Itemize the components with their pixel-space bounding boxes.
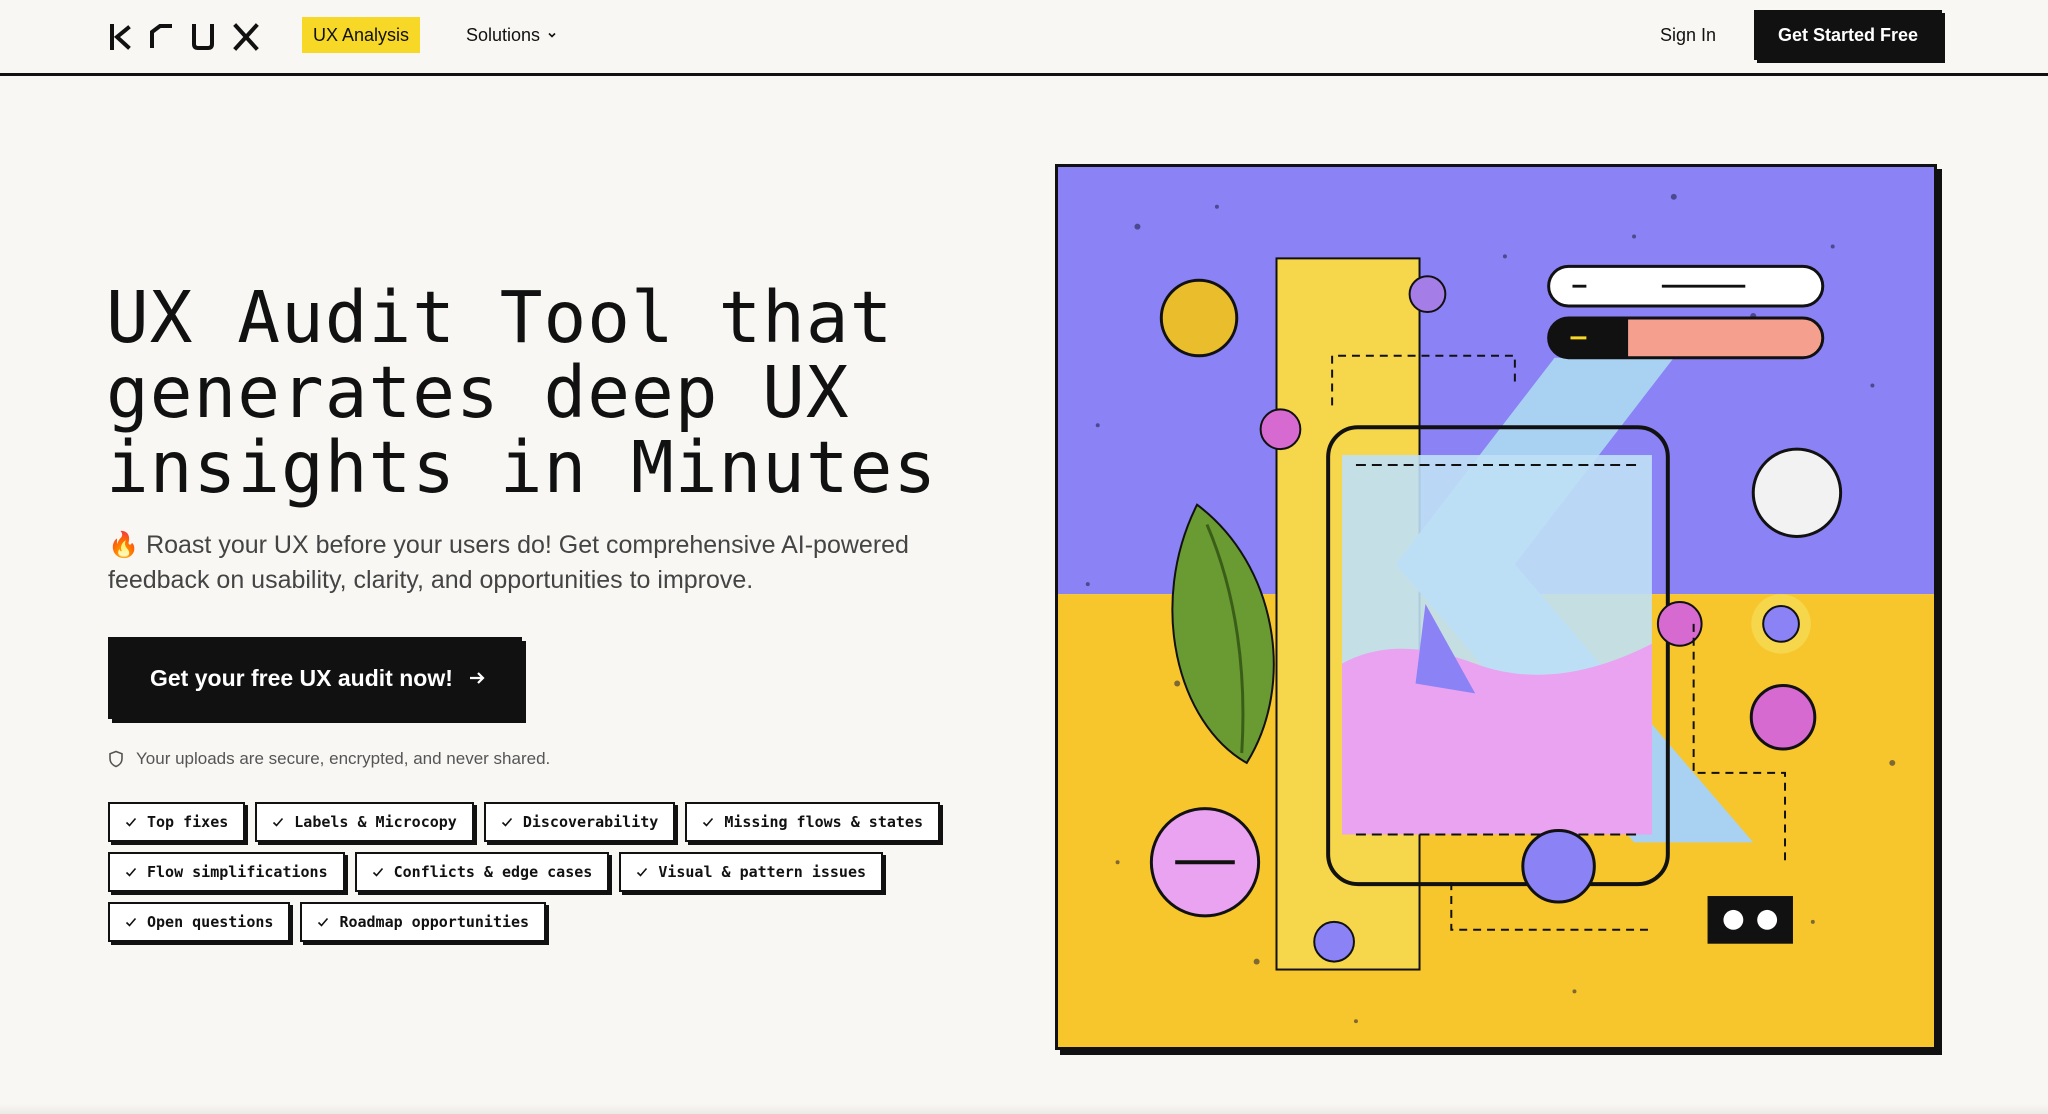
- feature-tag: Discoverability: [483, 802, 676, 842]
- chevron-down-icon: [548, 32, 556, 38]
- tag-label: Visual & pattern issues: [658, 863, 867, 881]
- top-nav: UX Analysis Solutions Sign In Get Starte…: [0, 0, 2048, 76]
- check-icon: [318, 917, 329, 927]
- tag-label: Discoverability: [522, 813, 659, 831]
- security-note-text: Your uploads are secure, encrypted, and …: [136, 749, 551, 768]
- tag-label: Top fixes: [147, 813, 229, 831]
- feature-tags: Top fixes Labels & Microcopy Discoverabi…: [108, 802, 968, 952]
- feature-tag: Roadmap opportunities: [300, 902, 547, 942]
- tag-label: Open questions: [147, 913, 274, 931]
- feature-tag: Labels & Microcopy: [255, 802, 474, 842]
- hero-title: UX Audit Tool that generates deep UX ins…: [106, 280, 986, 505]
- check-icon: [125, 867, 137, 877]
- sign-in-link[interactable]: Sign In: [1660, 17, 1716, 53]
- tag-label: Conflicts & edge cases: [393, 863, 593, 881]
- check-icon: [703, 817, 714, 827]
- feature-tag: Visual & pattern issues: [619, 852, 884, 892]
- feature-tag: Top fixes: [108, 802, 246, 842]
- tag-label: Roadmap opportunities: [339, 913, 530, 931]
- shield-icon: [109, 750, 123, 768]
- check-icon: [273, 817, 284, 827]
- hero-illustration: [1055, 164, 1937, 1050]
- hero-title-line: insights in Minutes: [106, 426, 938, 509]
- tag-row: Flow simplifications Conflicts & edge ca…: [108, 852, 968, 892]
- hero-title-line: generates deep UX: [106, 351, 850, 434]
- arrow-right-icon: [469, 672, 485, 684]
- security-note: Your uploads are secure, encrypted, and …: [108, 748, 550, 770]
- tag-label: Flow simplifications: [147, 863, 328, 881]
- ux-analysis-badge[interactable]: UX Analysis: [302, 17, 421, 53]
- tag-row: Top fixes Labels & Microcopy Discoverabi…: [108, 802, 968, 842]
- feature-tag: Flow simplifications: [108, 852, 345, 892]
- hero-illustration-svg: [1058, 167, 1934, 1047]
- solutions-label: Solutions: [466, 25, 541, 45]
- tag-row: Open questions Roadmap opportunities: [108, 902, 968, 942]
- check-icon: [372, 867, 383, 877]
- feature-tag: Conflicts & edge cases: [354, 852, 610, 892]
- check-icon: [125, 817, 137, 827]
- section-divider: [0, 1104, 2048, 1114]
- tag-label: Labels & Microcopy: [294, 813, 457, 831]
- hero-title-line: UX Audit Tool that: [106, 276, 894, 359]
- get-started-button[interactable]: Get Started Free: [1754, 10, 1942, 60]
- tag-label: Missing flows & states: [724, 813, 923, 831]
- check-icon: [501, 817, 512, 827]
- feature-tag: Open questions: [108, 902, 291, 942]
- hero-subtitle: 🔥 Roast your UX before your users do! Ge…: [108, 531, 909, 594]
- free-audit-button[interactable]: Get your free UX audit now!: [108, 637, 522, 719]
- solutions-menu[interactable]: Solutions: [466, 17, 558, 53]
- free-audit-label: Get your free UX audit now!: [150, 664, 453, 691]
- check-icon: [637, 867, 648, 877]
- krux-logo[interactable]: [108, 20, 264, 52]
- feature-tag: Missing flows & states: [685, 802, 940, 842]
- check-icon: [125, 917, 137, 927]
